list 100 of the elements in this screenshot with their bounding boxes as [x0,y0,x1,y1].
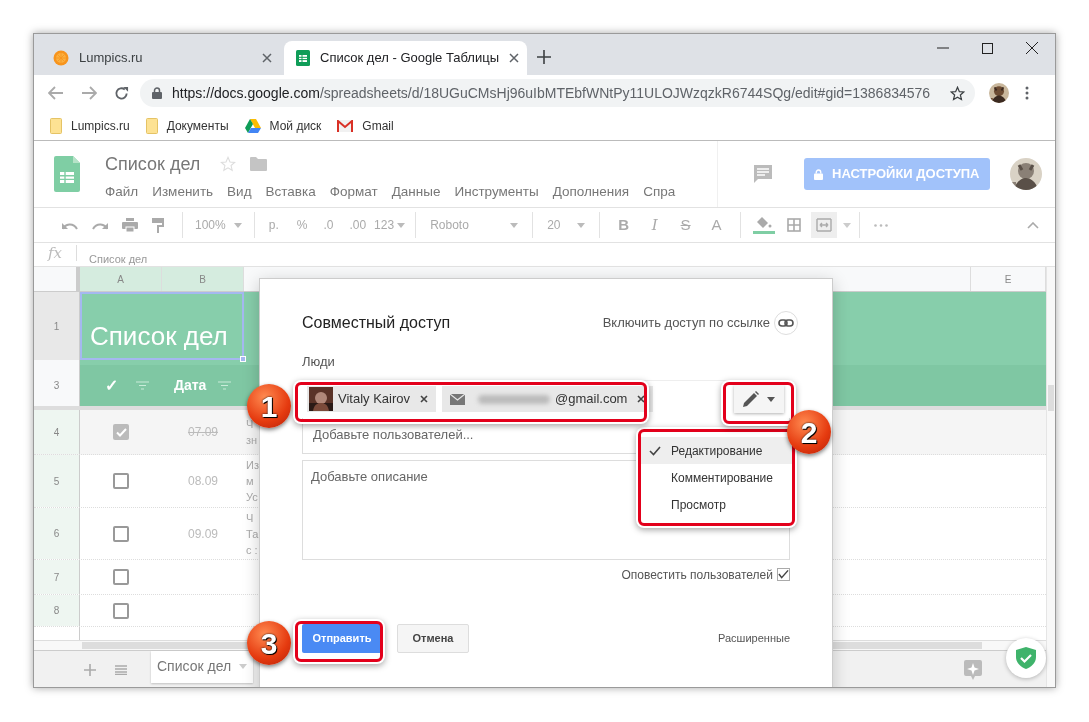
checkbox[interactable] [113,525,129,542]
checkbox[interactable] [113,602,129,619]
explore-icon[interactable] [964,659,982,680]
document-title[interactable]: Список дел [105,150,201,178]
add-sheet-icon[interactable] [84,663,96,676]
folder-icon[interactable] [250,157,268,171]
menu-option[interactable]: Комментирование [641,464,792,491]
comment-icon[interactable] [753,164,773,184]
browser-tab[interactable]: Список дел - Google Таблицы [284,41,527,75]
checkbox[interactable] [113,473,129,489]
sheets-logo-icon [54,156,80,192]
menu-item[interactable]: Формат [329,182,378,203]
sheet-list-icon[interactable] [115,664,127,675]
undo-icon[interactable] [62,220,78,230]
row-number[interactable]: 8 [34,595,80,626]
reload-icon[interactable] [114,85,129,101]
menu-option[interactable]: Просмотр [641,491,792,518]
permission-dropdown[interactable] [734,385,784,413]
menu-item[interactable]: Вставка [265,182,316,203]
menu-item[interactable]: Вид [227,182,252,203]
menu-item[interactable]: Данные [391,182,441,203]
close-icon[interactable] [1026,42,1038,54]
paint-format-icon[interactable] [152,217,164,233]
cancel-button[interactable]: Отмена [397,623,469,653]
percent-button[interactable]: % [290,216,314,234]
link-icon [774,311,798,335]
link-sharing-button[interactable]: Включить доступ по ссылке [602,311,798,335]
italic-button[interactable]: I [639,213,671,237]
text-color-button[interactable]: A [701,213,733,237]
scrollbar[interactable] [1048,385,1054,411]
bookmark-link[interactable]: Мой диск [244,116,322,135]
maximize-icon[interactable] [982,42,993,54]
new-tab-icon[interactable] [537,50,551,64]
menu-item[interactable]: Инструменты [454,182,539,203]
remove-icon[interactable] [637,395,646,403]
filter-icon[interactable] [218,381,232,390]
lock-icon [814,168,823,180]
check-icon [115,427,127,437]
advanced-link[interactable]: Расширенные [718,629,790,647]
bookmark-link[interactable]: Lumpics.ru [50,116,130,135]
decrease-decimal-button[interactable]: .0 [317,216,340,234]
currency-button[interactable]: р. [262,216,285,234]
row-number[interactable]: 5 [34,455,80,507]
menu-item[interactable]: Изменить [152,182,214,203]
menu-item[interactable]: Дополнения [552,182,630,203]
print-icon[interactable] [122,218,138,232]
date-cell-text: 08.09 [188,473,218,490]
menu-item[interactable]: Файл [105,182,139,203]
checkbox[interactable] [113,569,129,585]
cell-text: м [246,474,254,489]
remove-icon[interactable] [420,395,428,403]
close-icon[interactable] [509,53,519,63]
formula-value[interactable]: Список дел [89,253,148,266]
filter-icon[interactable] [136,381,149,390]
menu-icon[interactable] [1025,86,1029,100]
bookmark-link[interactable]: Документы [145,116,229,135]
row-number[interactable]: 3 [34,365,80,406]
fill-color-icon[interactable] [753,216,776,234]
zoom-dropdown[interactable]: 100% [191,216,246,234]
checkbox[interactable] [113,424,129,440]
pencil-icon [743,391,759,407]
address-field[interactable]: https://docs.google.com/spreadsheets/d/18UGuCMsHj96uIbMTEbfWNtPy11ULOJWzqzkR6744SQg/edit#gid=1386834576 [140,79,975,107]
send-button[interactable]: Отправить [302,623,382,653]
collapse-icon[interactable] [1027,221,1039,229]
row-number[interactable]: 4 [34,410,80,454]
menu-item[interactable]: Спра [643,182,676,203]
merge-icon [816,218,833,232]
row-number[interactable]: 7 [34,560,80,594]
font-dropdown[interactable]: Roboto [424,216,525,234]
number-format-dropdown[interactable]: 123 [372,216,408,234]
sheet-tab[interactable]: Список дел [151,650,254,683]
recipient-chip[interactable]: Vitaly Kairov [307,386,436,412]
font-size-dropdown[interactable]: 20 [541,216,592,234]
more-icon[interactable] [874,223,889,227]
merge-cells-button[interactable] [811,212,838,238]
citrus-icon [53,50,69,66]
check-icon [778,569,789,580]
borders-icon[interactable] [787,218,802,232]
forward-icon[interactable] [81,86,97,100]
strikethrough-button[interactable]: S [670,213,702,237]
formula-icon: fx [48,243,62,263]
bookmark-link[interactable]: Gmail [337,116,394,135]
row-number[interactable]: 6 [34,508,80,559]
row-number[interactable]: 1 [34,292,80,360]
increase-decimal-button[interactable]: .00 [343,216,373,234]
cell-text: зн [246,433,258,448]
back-icon[interactable] [48,86,64,100]
menu-option[interactable]: Редактирование [641,437,792,464]
checkbox[interactable] [777,568,790,581]
column-header[interactable]: B [162,267,244,291]
star-icon[interactable] [950,85,965,101]
redo-icon[interactable] [92,220,108,230]
recipient-chip[interactable]: @gmail.com [442,386,654,412]
bold-button[interactable]: B [608,213,640,237]
caret-icon [233,222,242,228]
cell-text: Та [246,526,259,542]
checkbox-label: Оповестить пользователей [621,566,773,584]
field-label: Люди [302,353,336,371]
column-header[interactable]: A [80,267,162,291]
blurred-text [478,394,550,404]
